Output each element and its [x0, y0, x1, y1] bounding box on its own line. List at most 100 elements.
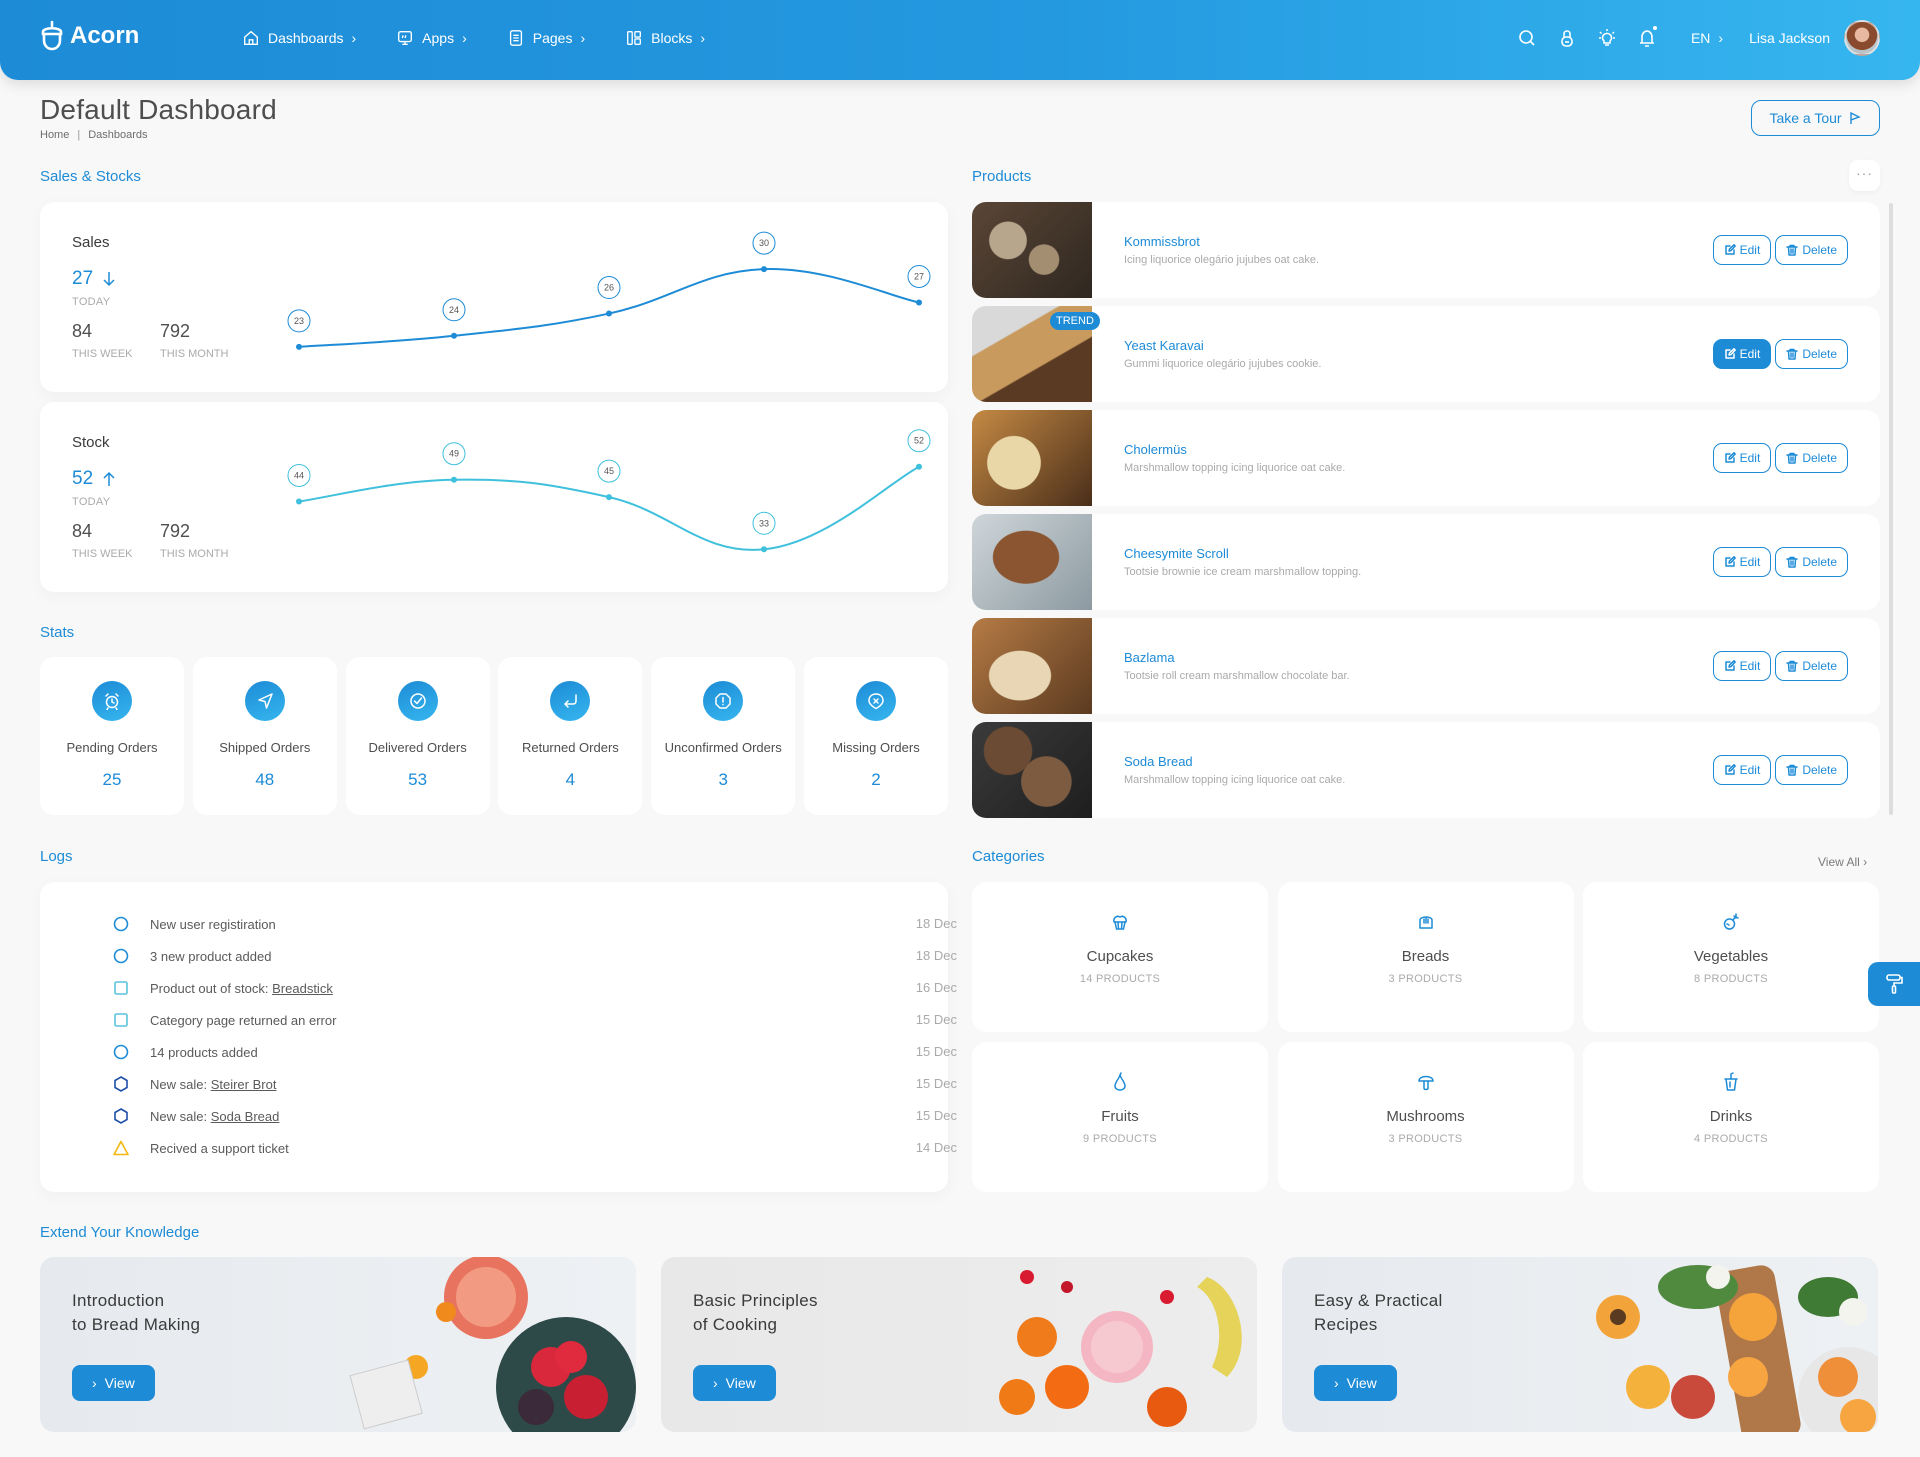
stat-card[interactable]: Pending Orders 25: [40, 657, 184, 815]
product-name[interactable]: Cheesymite Scroll: [1124, 546, 1229, 561]
sales-data-point[interactable]: [606, 310, 612, 317]
edit-button[interactable]: Edit: [1712, 235, 1772, 265]
product-name[interactable]: Cholermüs: [1124, 442, 1187, 457]
category-card[interactable]: Fruits 9 PRODUCTS: [972, 1042, 1268, 1192]
stock-today-label: TODAY: [72, 496, 111, 508]
category-card[interactable]: Mushrooms 3 PRODUCTS: [1277, 1042, 1574, 1192]
log-link[interactable]: Steirer Brot: [211, 1077, 277, 1092]
knowledge-view-button[interactable]: › View: [693, 1365, 776, 1401]
nav-apps[interactable]: Apps ›: [396, 29, 467, 47]
sales-data-point[interactable]: [916, 299, 922, 306]
stock-data-point[interactable]: [916, 463, 922, 470]
product-image[interactable]: [972, 514, 1092, 610]
nav-blocks[interactable]: Blocks ›: [625, 29, 705, 47]
stock-data-label: 52: [914, 436, 924, 446]
edit-button[interactable]: Edit: [1712, 339, 1772, 369]
edit-button[interactable]: Edit: [1712, 547, 1772, 577]
edit-button[interactable]: Edit: [1712, 443, 1772, 473]
product-name[interactable]: Soda Bread: [1124, 754, 1193, 769]
product-image[interactable]: [972, 618, 1092, 714]
header-actions: EN › Lisa Jackson: [1517, 20, 1880, 56]
knowledge-view-button[interactable]: › View: [1314, 1365, 1397, 1401]
stat-card[interactable]: Unconfirmed Orders 3: [651, 657, 796, 815]
product-description: Marshmallow topping icing liquorice oat …: [1124, 774, 1346, 786]
delete-button[interactable]: Delete: [1775, 235, 1848, 265]
category-card[interactable]: Breads 3 PRODUCTS: [1277, 882, 1574, 1032]
log-link[interactable]: Soda Bread: [211, 1109, 280, 1124]
product-image[interactable]: [972, 202, 1092, 298]
stock-label: Stock: [72, 434, 110, 451]
knowledge-view-button[interactable]: › View: [72, 1365, 155, 1401]
product-name[interactable]: Bazlama: [1124, 650, 1175, 665]
products-scrollbar[interactable]: [1889, 203, 1893, 815]
stat-card[interactable]: Delivered Orders 53: [345, 657, 490, 815]
top-navbar: Acorn Dashboards › Apps › Pages › Blocks ›: [0, 0, 1920, 80]
stat-card[interactable]: Missing Orders 2: [804, 657, 948, 815]
categories-view-all-link[interactable]: View All ›: [1818, 855, 1867, 869]
lock-button[interactable]: [1557, 28, 1577, 48]
edit-label: Edit: [1739, 451, 1761, 465]
sales-data-point[interactable]: [296, 343, 302, 350]
stock-data-point[interactable]: [761, 546, 767, 553]
user-menu[interactable]: Lisa Jackson: [1749, 20, 1880, 56]
delete-button[interactable]: Delete: [1775, 547, 1848, 577]
product-name[interactable]: Yeast Karavai: [1124, 338, 1204, 353]
stock-month-value: 792: [160, 521, 191, 541]
stat-title: Delivered Orders: [368, 740, 467, 755]
log-text: New user registiration: [150, 916, 276, 932]
logs-card: New user registiration 18 Dec 3 new prod…: [40, 882, 957, 1192]
edit-label: Edit: [1739, 763, 1761, 777]
theme-settings-tab[interactable]: [1868, 962, 1920, 1006]
brand-logo[interactable]: Acorn: [40, 20, 139, 52]
products-more-button[interactable]: ···: [1849, 160, 1880, 191]
edit-icon: [1724, 348, 1736, 359]
user-name: Lisa Jackson: [1749, 30, 1830, 46]
tips-button[interactable]: [1597, 28, 1617, 48]
notifications-button[interactable]: [1637, 26, 1657, 48]
product-name[interactable]: Kommissbrot: [1124, 234, 1200, 249]
knowledge-card-image: [1596, 1265, 1878, 1432]
stock-data-point[interactable]: [296, 498, 302, 505]
stat-card[interactable]: Shipped Orders 48: [192, 657, 337, 815]
category-card[interactable]: Cupcakes 14 PRODUCTS: [972, 882, 1268, 1032]
delete-button[interactable]: Delete: [1775, 755, 1848, 785]
stock-data-point[interactable]: [451, 476, 457, 483]
main-nav: Dashboards › Apps › Pages › Blocks ›: [242, 29, 705, 47]
alarm-clock-icon: [105, 693, 119, 710]
sales-data-point[interactable]: [761, 266, 767, 273]
log-link[interactable]: Breadstick: [272, 981, 333, 996]
category-card[interactable]: Drinks 4 PRODUCTS: [1583, 1042, 1879, 1192]
chevron-right-icon: ›: [92, 1375, 97, 1391]
nav-dashboards[interactable]: Dashboards ›: [242, 29, 356, 47]
sales-data-label: 30: [759, 238, 769, 248]
stat-card[interactable]: Returned Orders 4: [498, 657, 643, 815]
delete-button[interactable]: Delete: [1775, 339, 1848, 369]
breadcrumb-home[interactable]: Home: [40, 129, 69, 141]
search-button[interactable]: [1517, 28, 1537, 48]
delete-button[interactable]: Delete: [1775, 443, 1848, 473]
category-count: 14 PRODUCTS: [1079, 973, 1161, 985]
trash-icon: [1786, 452, 1799, 464]
delete-button[interactable]: Delete: [1775, 651, 1848, 681]
category-icon-wrap: [1416, 912, 1436, 932]
page-title: Default Dashboard: [40, 94, 277, 125]
category-count: 9 PRODUCTS: [1083, 1133, 1157, 1145]
nav-pages[interactable]: Pages ›: [507, 29, 585, 47]
sales-data-point[interactable]: [451, 332, 457, 339]
product-image[interactable]: [972, 722, 1092, 818]
edit-button[interactable]: Edit: [1712, 755, 1772, 785]
product-description: Tootsie roll cream marshmallow chocolate…: [1124, 670, 1350, 682]
radish-icon: [1723, 913, 1739, 930]
stock-data-point[interactable]: [606, 494, 612, 501]
breadcrumb-dashboards[interactable]: Dashboards: [88, 129, 147, 141]
edit-button[interactable]: Edit: [1712, 651, 1772, 681]
product-row: Bazlama Tootsie roll cream marshmallow c…: [972, 618, 1880, 714]
trash-icon: [1786, 764, 1799, 776]
view-label: View: [1346, 1375, 1377, 1391]
language-switcher[interactable]: EN ›: [1691, 30, 1723, 46]
category-card[interactable]: Vegetables 8 PRODUCTS: [1583, 882, 1879, 1032]
arrow-up-icon: [103, 471, 115, 486]
sales-month-label: THIS MONTH: [160, 348, 229, 360]
take-tour-button[interactable]: Take a Tour: [1751, 100, 1880, 136]
product-image[interactable]: [972, 410, 1092, 506]
